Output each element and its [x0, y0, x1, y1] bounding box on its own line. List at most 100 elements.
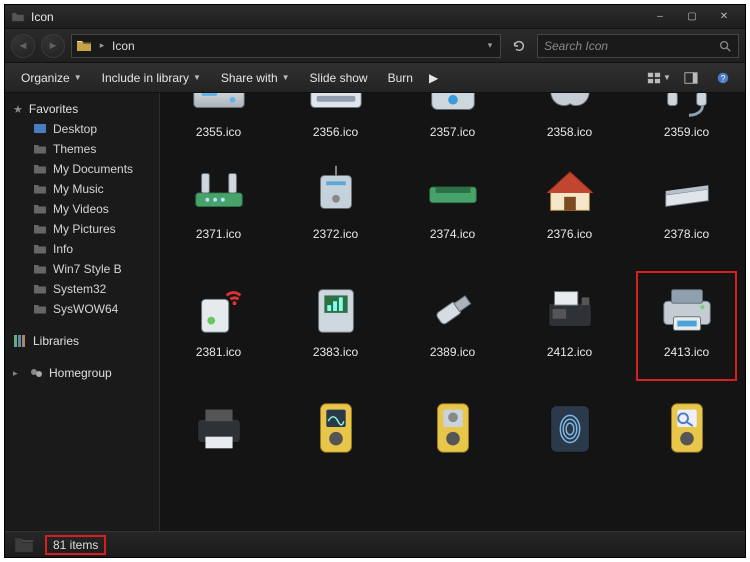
sidebar-item-syswow64[interactable]: SysWOW64 — [5, 299, 159, 319]
item-count: 81 items — [45, 535, 106, 555]
sidebar-item-label: System32 — [53, 282, 106, 296]
sidebar-item-system32[interactable]: System32 — [5, 279, 159, 299]
file-name: 2358.ico — [547, 125, 592, 139]
meter-icon — [655, 395, 719, 459]
view-options-button[interactable]: ▼ — [645, 68, 673, 88]
sidebar-item-label: Themes — [53, 142, 96, 156]
drive-icon — [187, 93, 251, 123]
sidebar-item-music[interactable]: My Music — [5, 179, 159, 199]
file-item[interactable]: 2422.ico — [394, 387, 511, 499]
meter-icon — [421, 395, 485, 459]
controller-icon — [538, 93, 602, 123]
file-item[interactable]: 2371.ico — [160, 151, 277, 269]
sidebar-item-label: My Documents — [53, 162, 133, 176]
wifi-device-icon — [187, 277, 251, 341]
file-item[interactable]: 2372.ico — [277, 151, 394, 269]
sidebar-item-videos[interactable]: My Videos — [5, 199, 159, 219]
file-item[interactable]: 2421.ico — [277, 387, 394, 499]
forward-button[interactable]: ► — [41, 34, 65, 58]
file-item[interactable]: 2413.ico — [628, 269, 745, 387]
sidebar-item-label: My Music — [53, 182, 104, 196]
burn-button[interactable]: Burn — [380, 68, 421, 88]
file-item[interactable]: 2356.ico — [277, 95, 394, 151]
file-item[interactable]: 2355.ico — [160, 95, 277, 151]
refresh-button[interactable] — [507, 34, 531, 58]
title-bar: Icon – ▢ ✕ — [5, 5, 745, 29]
file-item[interactable]: 2412.ico — [511, 269, 628, 387]
file-item[interactable]: 2389.ico — [394, 269, 511, 387]
libraries-header[interactable]: Libraries — [5, 331, 159, 351]
organize-button[interactable]: Organize▼ — [13, 68, 90, 88]
file-item[interactable]: 2359.ico — [628, 95, 745, 151]
chevron-right-icon: ▸ — [13, 368, 23, 379]
search-icon — [718, 39, 732, 53]
file-item[interactable]: 2357.ico — [394, 95, 511, 151]
file-name: 2355.ico — [196, 125, 241, 139]
sidebar-item-documents[interactable]: My Documents — [5, 159, 159, 179]
sidebar-item-desktop[interactable]: Desktop — [5, 119, 159, 139]
window-frame: Icon – ▢ ✕ ◄ ► ▸ Icon ▾ Organize▼ — [4, 4, 746, 558]
file-item[interactable]: 2381.ico — [160, 269, 277, 387]
nav-bar: ◄ ► ▸ Icon ▾ — [5, 29, 745, 63]
minimize-button[interactable]: – — [645, 8, 675, 26]
home-icon — [538, 159, 602, 223]
sidebar-item-themes[interactable]: Themes — [5, 139, 159, 159]
file-item[interactable]: 2374.ico — [394, 151, 511, 269]
help-button[interactable]: ? — [709, 68, 737, 88]
scanner-icon — [655, 159, 719, 223]
fingerprint-icon — [538, 395, 602, 459]
file-name: 2372.ico — [313, 227, 358, 241]
history-dropdown-icon[interactable]: ▸ — [96, 40, 108, 51]
homegroup-header[interactable]: ▸ Homegroup — [5, 363, 159, 383]
folder-icon — [33, 202, 47, 216]
command-bar: Organize▼ Include in library▼ Share with… — [5, 63, 745, 93]
file-item[interactable]: 2376.ico — [511, 151, 628, 269]
file-name: 2389.ico — [430, 345, 475, 359]
file-item[interactable]: 2378.ico — [628, 151, 745, 269]
folder-icon — [11, 10, 25, 24]
file-item[interactable]: 2425.ico — [628, 387, 745, 499]
folder-icon — [33, 182, 47, 196]
sidebar-item-label: Desktop — [53, 122, 97, 136]
file-name: 2376.ico — [547, 227, 592, 241]
sidebar-item-win7style[interactable]: Win7 Style B — [5, 259, 159, 279]
preview-pane-button[interactable] — [677, 68, 705, 88]
fax-icon — [538, 277, 602, 341]
folder-icon — [33, 122, 47, 136]
window-title: Icon — [31, 10, 54, 24]
file-name: 2413.ico — [664, 345, 709, 359]
favorites-header[interactable]: ★ Favorites — [5, 99, 159, 119]
star-icon: ★ — [13, 103, 23, 116]
item-view[interactable]: 2355.ico 2356.ico 2357.ico 2358.ico 2359… — [160, 93, 745, 531]
sidebar-item-info[interactable]: Info — [5, 239, 159, 259]
search-box[interactable] — [537, 34, 739, 58]
file-name: 2374.ico — [430, 227, 475, 241]
file-item[interactable]: 2383.ico — [277, 269, 394, 387]
share-with-button[interactable]: Share with▼ — [213, 68, 298, 88]
search-input[interactable] — [544, 39, 718, 53]
printer-icon — [655, 277, 719, 341]
folder-icon — [33, 262, 47, 276]
sidebar-item-label: Win7 Style B — [53, 262, 122, 276]
address-bar[interactable]: ▸ Icon ▾ — [71, 34, 501, 58]
file-name: 2381.ico — [196, 345, 241, 359]
play-button[interactable]: ▶ — [425, 68, 442, 88]
sidebar-item-label: Info — [53, 242, 73, 256]
maximize-button[interactable]: ▢ — [677, 8, 707, 26]
folder-icon — [33, 302, 47, 316]
close-button[interactable]: ✕ — [709, 8, 739, 26]
include-in-library-button[interactable]: Include in library▼ — [94, 68, 209, 88]
back-button[interactable]: ◄ — [11, 34, 35, 58]
chart-device-icon — [304, 277, 368, 341]
file-item[interactable]: 2358.ico — [511, 95, 628, 151]
breadcrumb-dropdown-icon[interactable]: ▾ — [484, 40, 496, 51]
folder-icon — [76, 38, 92, 54]
file-item[interactable]: 2424.ico — [511, 387, 628, 499]
slide-show-button[interactable]: Slide show — [302, 68, 376, 88]
navigation-pane: ★ Favorites Desktop Themes My Documents … — [5, 93, 160, 531]
file-name: 2356.ico — [313, 125, 358, 139]
file-item[interactable]: 2414.ico — [160, 387, 277, 499]
device-icon — [421, 93, 485, 123]
sidebar-item-pictures[interactable]: My Pictures — [5, 219, 159, 239]
folder-icon — [33, 282, 47, 296]
